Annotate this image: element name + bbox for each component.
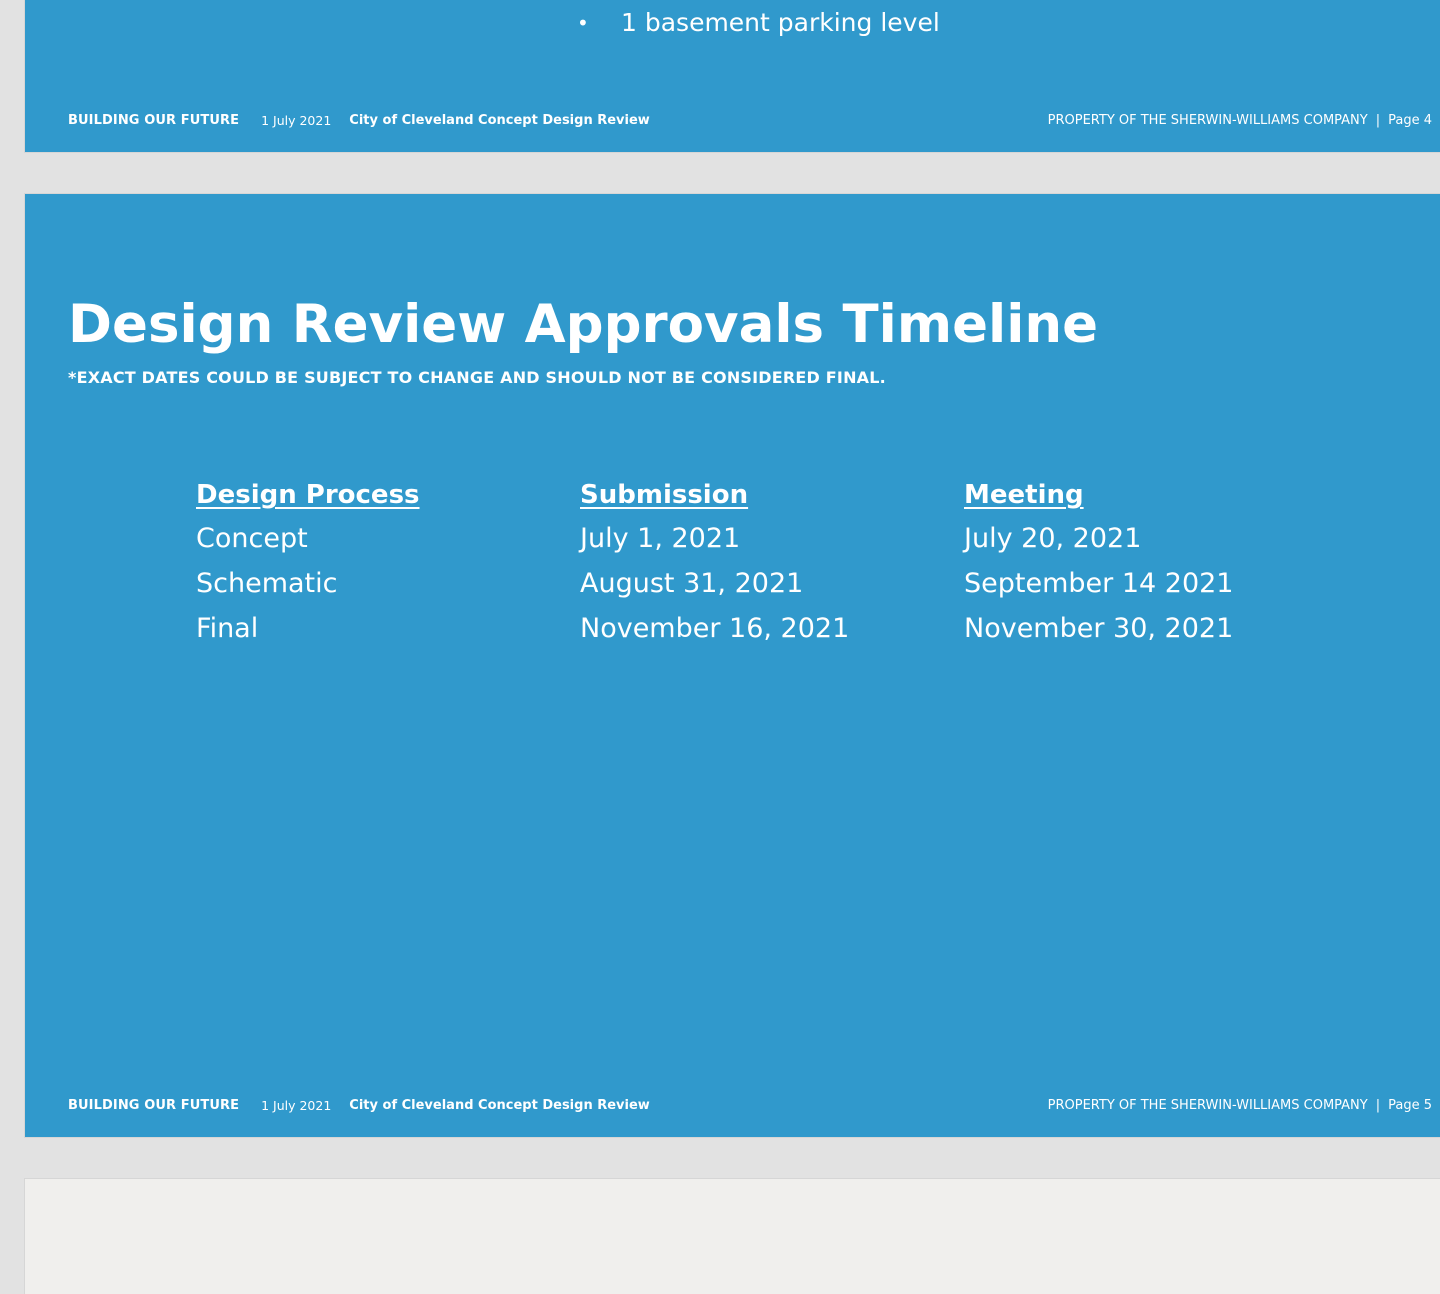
footer-date: 1 July 2021 [261,1097,332,1113]
column-header: Design Process [196,480,420,510]
document-viewer[interactable]: • 1 basement parking level BUILDING OUR … [0,0,1440,1294]
table-cell: July 1, 2021 [580,523,741,554]
footer-separator: | [1375,1097,1381,1113]
footer-review-title: City of Cleveland Concept Design Review [349,1097,650,1113]
footer-property: PROPERTY OF THE SHERWIN-WILLIAMS COMPANY [1047,112,1368,128]
table-cell: November 16, 2021 [580,613,850,644]
footer-page-number: Page 5 [1388,1097,1432,1113]
footer-property: PROPERTY OF THE SHERWIN-WILLIAMS COMPANY [1047,1097,1368,1113]
footer-brand: BUILDING OUR FUTURE [68,1097,240,1113]
column-header: Submission [580,480,749,510]
footer-review-title: City of Cleveland Concept Design Review [349,112,650,128]
footer-date: 1 July 2021 [261,112,332,128]
table-cell: Concept [196,523,308,554]
slide-footer: BUILDING OUR FUTURE 1 July 2021 City of … [68,110,1432,130]
footer-right: PROPERTY OF THE SHERWIN-WILLIAMS COMPANY… [1048,113,1432,128]
bullet-item: • 1 basement parking level [577,6,940,40]
column-submission: Submission July 1, 2021 August 31, 2021 … [580,474,964,651]
slide-title: Design Review Approvals Timeline [68,294,1099,355]
footer-page-number: Page 4 [1388,112,1432,128]
slide-page-5: Design Review Approvals Timeline *EXACT … [25,194,1440,1137]
column-meeting: Meeting July 20, 2021 September 14 2021 … [964,474,1348,651]
bullet-marker: • [577,11,589,35]
column-design-process: Design Process Concept Schematic Final [196,474,580,651]
timeline-table: Design Process Concept Schematic Final S… [196,474,1348,651]
footer-brand: BUILDING OUR FUTURE [68,112,240,128]
column-header: Meeting [964,480,1084,510]
bullet-text: 1 basement parking level [621,8,940,37]
table-cell: Final [196,613,259,644]
slide-footer: BUILDING OUR FUTURE 1 July 2021 City of … [68,1095,1432,1115]
table-cell: September 14 2021 [964,568,1234,599]
slide-page-4: • 1 basement parking level BUILDING OUR … [25,0,1440,152]
table-cell: Schematic [196,568,338,599]
slide-page-6-partial [25,1179,1440,1294]
table-cell: November 30, 2021 [964,613,1234,644]
footer-right: PROPERTY OF THE SHERWIN-WILLIAMS COMPANY… [1048,1098,1432,1113]
footer-separator: | [1375,112,1381,128]
table-cell: August 31, 2021 [580,568,804,599]
table-cell: July 20, 2021 [964,523,1142,554]
slide-disclaimer: *EXACT DATES COULD BE SUBJECT TO CHANGE … [68,368,886,387]
